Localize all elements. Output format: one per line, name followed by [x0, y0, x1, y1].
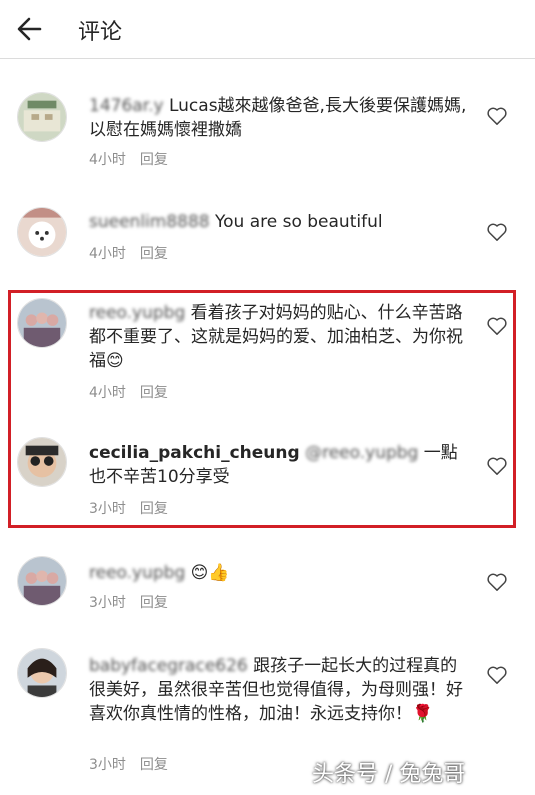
- like-button[interactable]: [486, 106, 508, 126]
- comment-time: 4小时: [89, 152, 126, 168]
- like-button[interactable]: [486, 222, 508, 242]
- comment-username[interactable]: babyfacegrace626: [89, 656, 248, 676]
- back-arrow-icon[interactable]: [16, 16, 42, 42]
- reply-button[interactable]: 回复: [140, 385, 168, 401]
- comment-body: You are so beautiful: [215, 212, 383, 232]
- comment-meta: 4小时 回复: [89, 243, 168, 263]
- comment-time: 4小时: [89, 246, 126, 262]
- reply-button[interactable]: 回复: [140, 757, 168, 773]
- comment-meta: 3小时 回复: [89, 498, 168, 518]
- comment-time: 3小时: [89, 501, 126, 517]
- avatar[interactable]: [17, 437, 67, 487]
- comment-text: babyfacegrace626 跟孩子一起长大的过程真的很美好，虽然很辛苦但也…: [89, 654, 469, 726]
- avatar[interactable]: [17, 207, 67, 257]
- comment-text: reeo.yupbg 😊👍: [89, 561, 469, 585]
- heart-icon: [487, 457, 507, 475]
- comment-meta: 3小时 回复: [89, 592, 168, 612]
- reply-button[interactable]: 回复: [140, 501, 168, 517]
- page-title: 评论: [78, 20, 123, 45]
- like-button[interactable]: [486, 665, 508, 685]
- avatar[interactable]: [17, 92, 67, 142]
- comment-username[interactable]: 1476ar.y: [89, 96, 164, 116]
- like-button[interactable]: [486, 572, 508, 592]
- heart-icon: [487, 223, 507, 241]
- heart-icon: [487, 107, 507, 125]
- avatar[interactable]: [17, 298, 67, 348]
- comment-username[interactable]: cecilia_pakchi_cheung: [89, 443, 300, 463]
- reply-button[interactable]: 回复: [140, 595, 168, 611]
- avatar[interactable]: [17, 556, 67, 606]
- like-button[interactable]: [486, 316, 508, 336]
- reply-button[interactable]: 回复: [140, 246, 168, 262]
- comment-username[interactable]: reeo.yupbg: [89, 563, 185, 583]
- comment-time: 4小时: [89, 385, 126, 401]
- comment-username[interactable]: sueenlim8888: [89, 212, 210, 232]
- heart-icon: [487, 573, 507, 591]
- comment-text: reeo.yupbg 看着孩子对妈妈的贴心、什么辛苦路都不重要了、这就是妈妈的爱…: [89, 301, 469, 373]
- comment-meta: 4小时 回复: [89, 382, 168, 402]
- comment-meta: 4小时 回复: [89, 149, 168, 169]
- like-button[interactable]: [486, 456, 508, 476]
- comment-username[interactable]: reeo.yupbg: [89, 303, 185, 323]
- comment-time: 3小时: [89, 595, 126, 611]
- comment-text: 1476ar.y Lucas越來越像爸爸,長大後要保護媽媽, 以慰在媽媽懷裡撒嬌: [89, 94, 469, 142]
- mention-link[interactable]: @reeo.yupbg: [305, 443, 418, 463]
- watermark: 头条号 / 兔兔哥: [312, 762, 466, 787]
- avatar[interactable]: [17, 648, 67, 698]
- comment-meta: 3小时 回复: [89, 754, 168, 774]
- comment-text: cecilia_pakchi_cheung @reeo.yupbg 一點也不辛苦…: [89, 441, 469, 489]
- heart-icon: [487, 317, 507, 335]
- comment-text: sueenlim8888 You are so beautiful: [89, 210, 469, 234]
- comment-body: 😊👍: [190, 563, 230, 583]
- top-bar: 评论: [0, 0, 535, 59]
- reply-button[interactable]: 回复: [140, 152, 168, 168]
- heart-icon: [487, 666, 507, 684]
- comment-time: 3小时: [89, 757, 126, 773]
